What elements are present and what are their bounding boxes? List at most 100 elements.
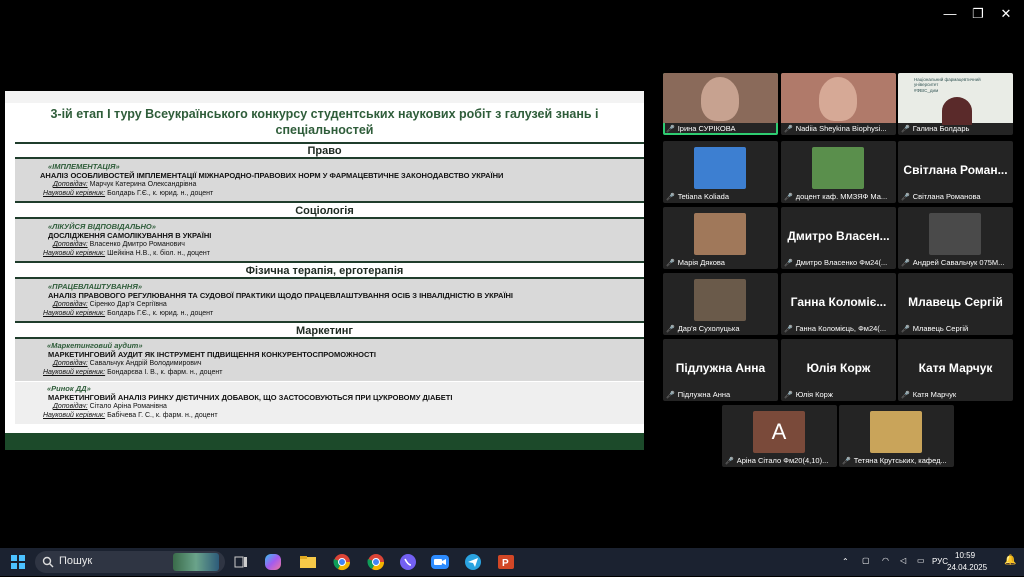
participant-tile[interactable]: Юлія Корж 🎤 Юлія Корж <box>781 339 896 401</box>
category-marketing: Маркетинг <box>296 325 353 337</box>
participant-tile[interactable]: Світлана Роман... 🎤 Світлана Романова <box>898 141 1013 203</box>
participant-name: Млавець Сергій <box>912 324 969 333</box>
slide-title: 3-ій етап І туру Всеукраїнського конкурс… <box>50 107 599 137</box>
participant-tile[interactable]: Ганна Коломіє... 🎤 Ганна Коломієць, Фм24(.… <box>781 273 896 335</box>
entry-speaker: Доповідач: Сітало Аріна Романівна <box>53 403 167 410</box>
participant-tile[interactable]: Підлужна Анна 🎤 Підлужна Анна <box>663 339 778 401</box>
task-view-icon[interactable] <box>231 552 251 572</box>
muted-mic-icon: 🎤 <box>901 260 910 267</box>
entry-advisor: Науковий керівник: Болдарь Г.Є., к. юрид… <box>43 190 214 197</box>
wifi-icon[interactable]: ◠ <box>882 556 889 565</box>
participant-tile[interactable]: 🎤 Марія Дякова <box>663 207 778 269</box>
avatar <box>694 147 746 189</box>
muted-mic-icon: 🎤 <box>784 126 793 133</box>
divider <box>15 261 644 263</box>
participant-label: 🎤 Млавець Сергій <box>901 324 1010 333</box>
participant-name: Ганна Коломієць, Фм24(... <box>795 324 887 333</box>
entry-speaker: Доповідач: Сіренко Дар'я Сергіївна <box>53 301 167 308</box>
muted-mic-icon: 🎤 <box>725 458 734 465</box>
taskbar-search[interactable]: Пошук <box>35 551 225 573</box>
muted-mic-icon: 🎤 <box>666 126 675 133</box>
muted-mic-icon: 🎤 <box>784 326 793 333</box>
chrome-icon[interactable] <box>332 552 352 572</box>
avatar <box>929 213 981 255</box>
participant-name: Юлія Корж <box>795 390 833 399</box>
entry-speaker: Доповідач: Марчук Катерина Олександрівна <box>53 181 197 188</box>
muted-mic-icon: 🎤 <box>666 260 675 267</box>
participant-display-name: Світлана Роман... <box>903 163 1008 177</box>
participant-display-name: Ганна Коломіє... <box>790 295 887 309</box>
entry-implementation: «ІМПЛЕМЕНТАЦІЯ» АНАЛІЗ ОСОБЛИВОСТЕЙ ІМПЛ… <box>15 159 644 201</box>
file-explorer-icon[interactable] <box>298 552 318 572</box>
entry-title: «Ринок ДД» <box>47 384 91 393</box>
battery-icon[interactable]: ▭ <box>917 556 925 565</box>
avatar <box>812 147 864 189</box>
entry-subtitle: АНАЛІЗ ПРАВОВОГО РЕГУЛЮВАННЯ ТА СУДОВОЇ … <box>48 291 514 300</box>
participant-tile[interactable]: 🎤 доцент каф. ММЗЯФ Ма... <box>781 141 896 203</box>
avatar <box>694 279 746 321</box>
notification-bell-icon[interactable]: 🔔 <box>1004 555 1016 566</box>
entry-self-medication: «ЛІКУЙСЯ ВІДПОВІДАЛЬНО» ДОСЛІДЖЕННЯ САМО… <box>15 219 644 261</box>
participant-tile[interactable]: 🎤 Дар'я Сухолуцька <box>663 273 778 335</box>
muted-mic-icon: 🎤 <box>901 392 910 399</box>
avatar <box>870 411 922 453</box>
participant-name: Ірина СУРІКОВА <box>677 124 736 133</box>
participant-video: Національний фармацевтичний університет #… <box>898 73 1013 125</box>
muted-mic-icon: 🎤 <box>784 392 793 399</box>
participant-label: 🎤 доцент каф. ММЗЯФ Ма... <box>784 192 893 201</box>
muted-mic-icon: 🎤 <box>666 326 675 333</box>
zoom-icon[interactable] <box>430 552 450 572</box>
participant-tile[interactable]: 🎤 Тетяна Крутських, кафед... <box>839 405 954 467</box>
tray-icon[interactable]: ▢ <box>862 556 870 565</box>
powerpoint-icon[interactable]: P <box>496 552 516 572</box>
muted-mic-icon: 🎤 <box>666 392 675 399</box>
chrome-profile-icon[interactable] <box>366 552 386 572</box>
participant-name: Андрей Савальчук 075М... <box>912 258 1005 267</box>
windows-start-icon[interactable] <box>8 552 28 572</box>
slide-top-band <box>5 91 644 103</box>
participant-tile[interactable]: Національний фармацевтичний університет #… <box>898 73 1013 135</box>
participant-display-name: Підлужна Анна <box>675 361 766 375</box>
participant-label: 🎤 Катя Марчук <box>901 390 1010 399</box>
muted-mic-icon: 🎤 <box>784 194 793 201</box>
language-indicator[interactable]: РУС <box>932 557 948 566</box>
entry-title: «Маркетинговий аудит» <box>47 341 143 350</box>
participant-label: 🎤 Дмитро Власенко Фм24(... <box>784 258 893 267</box>
participant-tile[interactable]: Млавець Сергій 🎤 Млавець Сергій <box>898 273 1013 335</box>
muted-mic-icon: 🎤 <box>842 458 851 465</box>
entry-speaker: Доповідач: Власенко Дмитро Романович <box>53 241 185 248</box>
svg-text:P: P <box>502 558 509 569</box>
participant-tile[interactable]: 🎤 Андрей Савальчук 075М... <box>898 207 1013 269</box>
clock-date[interactable]: 24.04.2025 <box>947 563 987 572</box>
participant-tile[interactable]: 🎤 Tetiana Koliada <box>663 141 778 203</box>
category-sociology: Соціологія <box>295 205 354 217</box>
entry-title: «ЛІКУЙСЯ ВІДПОВІДАЛЬНО» <box>48 222 156 231</box>
telegram-icon[interactable] <box>463 552 483 572</box>
participant-display-name: Дмитро Власен... <box>787 229 890 243</box>
copilot-icon[interactable] <box>265 554 281 570</box>
entry-title: «ПРАЦЕВЛАШТУВАННЯ» <box>48 282 142 291</box>
viber-icon[interactable] <box>398 552 418 572</box>
participant-video <box>781 73 896 123</box>
participant-name: Дар'я Сухолуцька <box>677 324 740 333</box>
participant-video <box>663 73 778 123</box>
entry-subtitle: АНАЛІЗ ОСОБЛИВОСТЕЙ ІМПЛЕМЕНТАЦІЇ МІЖНАР… <box>40 171 504 180</box>
muted-mic-icon: 🎤 <box>666 194 675 201</box>
restore-button[interactable]: ❐ <box>970 6 986 22</box>
volume-icon[interactable]: ◁ <box>900 556 906 565</box>
participant-tile[interactable]: 🎤 Ірина СУРІКОВА <box>663 73 778 135</box>
close-button[interactable]: ✕ <box>998 6 1014 22</box>
entry-advisor: Науковий керівник: Бондарєва І. В., к. ф… <box>43 369 223 376</box>
participant-tile[interactable]: Дмитро Власен... 🎤 Дмитро Власенко Фм24(..… <box>781 207 896 269</box>
minimize-button[interactable]: — <box>942 6 958 22</box>
participant-name: Тетяна Крутських, кафед... <box>853 456 947 465</box>
participant-tile[interactable]: A 🎤 Аріна Сітало Фм20(4,10)... <box>722 405 837 467</box>
category-law: Право <box>307 145 342 157</box>
clock-time[interactable]: 10:59 <box>955 551 975 560</box>
participant-tile[interactable]: 🎤 Nadiia Sheykina Biophysi... <box>781 73 896 135</box>
chevron-up-icon[interactable]: ⌃ <box>842 557 849 566</box>
entry-speaker: Доповідач: Савальчук Андрій Володимирови… <box>53 360 202 367</box>
participant-tile[interactable]: Катя Марчук 🎤 Катя Марчук <box>898 339 1013 401</box>
participant-label: 🎤 Галина Болдарь <box>901 124 1010 133</box>
muted-mic-icon: 🎤 <box>784 260 793 267</box>
